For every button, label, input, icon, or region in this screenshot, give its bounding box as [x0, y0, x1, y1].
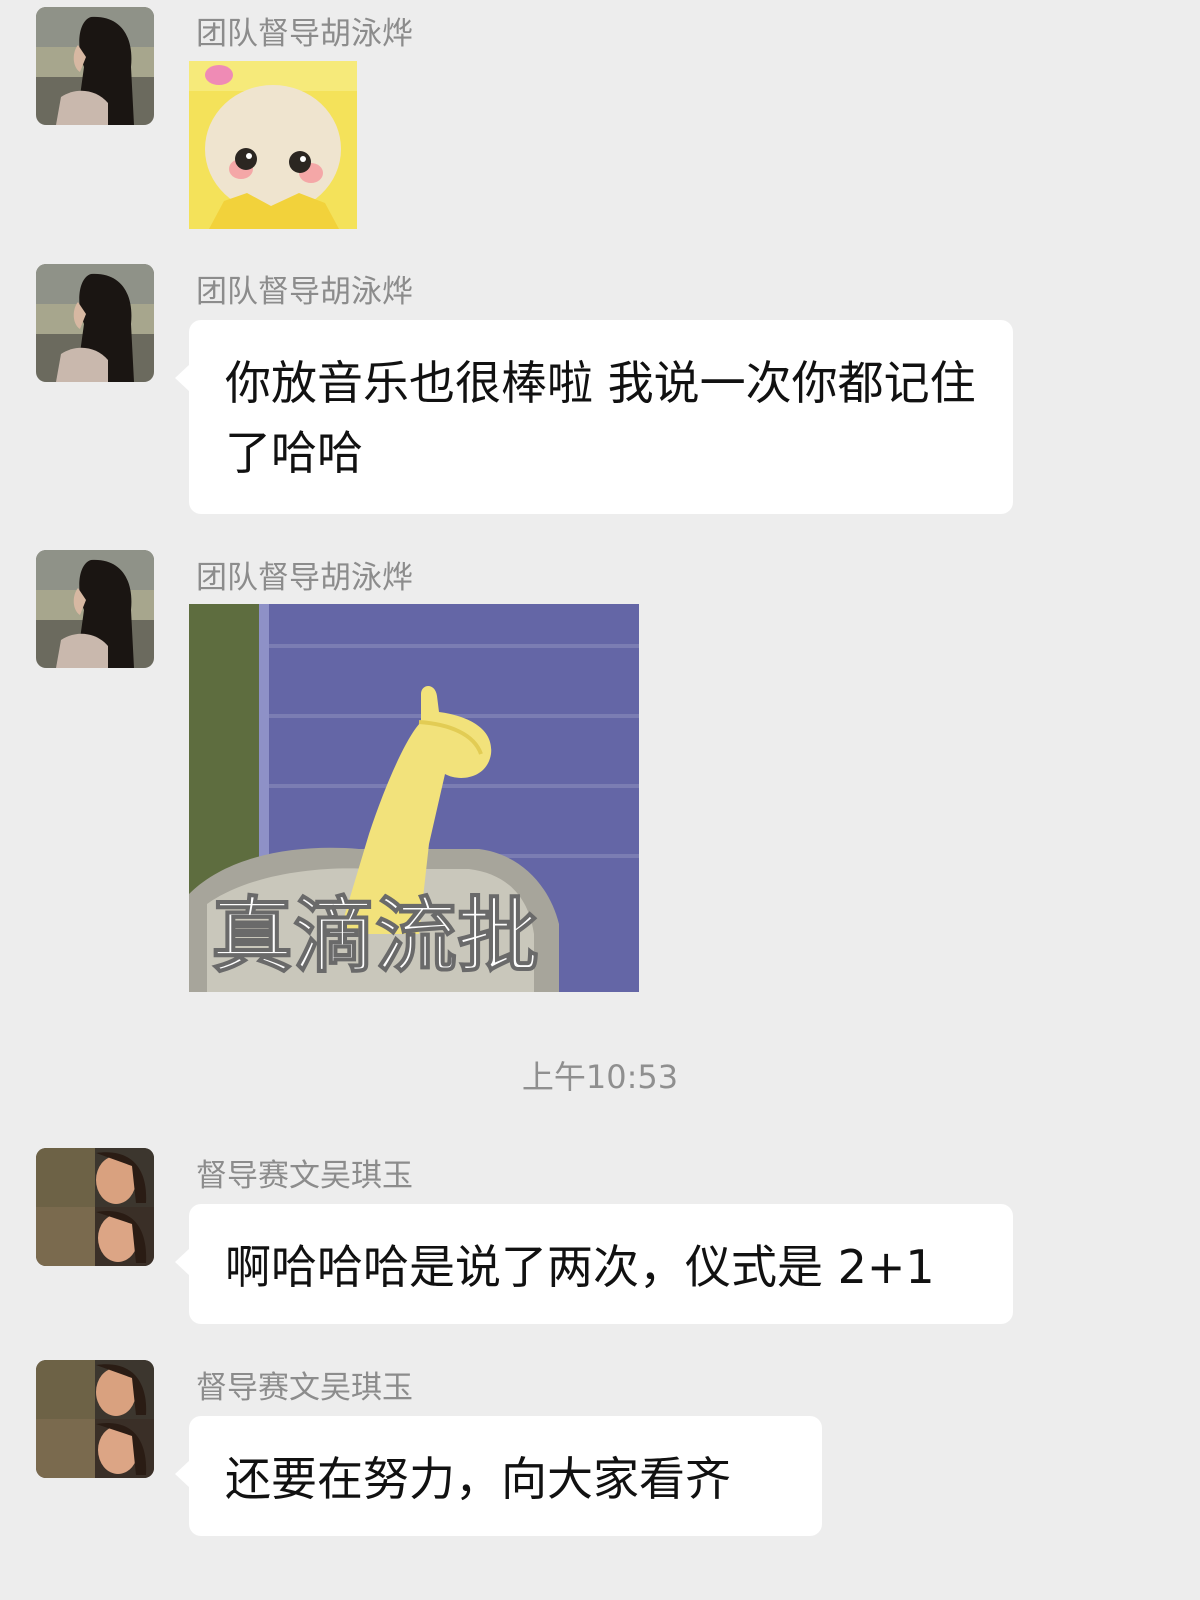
avatar[interactable] — [36, 550, 154, 668]
avatar-image — [36, 1360, 154, 1478]
message-text: 啊哈哈哈是说了两次，仪式是 2+1 — [225, 1240, 935, 1294]
message-text: 你放音乐也很棒啦 我说一次你都记住了哈哈 — [225, 356, 976, 480]
avatar-image — [36, 264, 154, 382]
avatar[interactable] — [36, 7, 154, 125]
sender-name: 团队督导胡泳烨 — [196, 560, 413, 596]
yellow-teletubby-sticker-icon — [189, 61, 357, 229]
sticker-caption: 真滴流批 — [211, 889, 539, 984]
avatar[interactable] — [36, 1360, 154, 1478]
sender-name: 督导赛文吴琪玉 — [196, 1370, 413, 1406]
sticker-image[interactable] — [189, 61, 357, 229]
avatar[interactable] — [36, 264, 154, 382]
message-bubble[interactable]: 啊哈哈哈是说了两次，仪式是 2+1 — [175, 1204, 1013, 1324]
message-bubble[interactable]: 还要在努力，向大家看齐 — [175, 1416, 822, 1536]
sender-name: 督导赛文吴琪玉 — [196, 1158, 413, 1194]
message-bubble[interactable]: 你放音乐也很棒啦 我说一次你都记住了哈哈 — [175, 320, 1013, 514]
avatar[interactable] — [36, 1148, 154, 1266]
sender-name: 团队督导胡泳烨 — [196, 274, 413, 310]
avatar-image — [36, 1148, 154, 1266]
message-text: 还要在努力，向大家看齐 — [225, 1452, 731, 1506]
timestamp: 上午10:53 — [521, 1058, 679, 1096]
thumbs-up-sticker-icon: 真滴流批 — [189, 604, 639, 992]
avatar-image — [36, 7, 154, 125]
sender-name: 团队督导胡泳烨 — [196, 16, 413, 52]
sticker-image[interactable]: 真滴流批 — [189, 604, 639, 992]
avatar-image — [36, 550, 154, 668]
